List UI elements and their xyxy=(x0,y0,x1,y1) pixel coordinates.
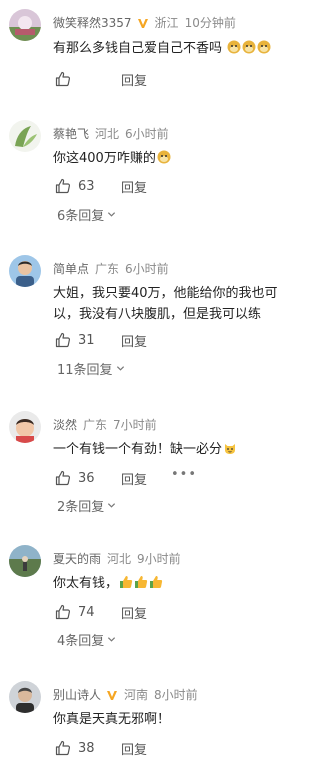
cat-emoji xyxy=(225,444,236,454)
location: 河南 xyxy=(124,688,149,702)
comment-actions: 38 回复 xyxy=(55,739,147,758)
comment-meta: 蔡艳飞 河北 6小时前 xyxy=(53,125,169,142)
comment-text: 一个有钱一个有劲！缺一必分 xyxy=(53,439,303,460)
replies-label: 11条回复 xyxy=(57,363,113,378)
location: 广东 xyxy=(95,262,120,276)
username[interactable]: 微笑释然3357 xyxy=(53,14,132,31)
reply-button[interactable]: 回复 xyxy=(121,331,147,350)
comment-meta: 微笑释然3357 浙江 10分钟前 xyxy=(53,14,236,31)
comment-text: 有那么多钱自己爱自己不香吗 xyxy=(53,38,303,59)
view-replies-link[interactable]: 4条回复 xyxy=(57,630,116,649)
reply-button[interactable]: 回复 xyxy=(121,469,147,488)
comment-actions: 31 回复 xyxy=(55,331,147,350)
comment-meta: 别山诗人 河南 8小时前 xyxy=(53,686,198,703)
thumbs-up-outline-icon[interactable] xyxy=(55,332,71,348)
thumbs-up-outline-icon[interactable] xyxy=(55,178,71,194)
chevron-down-icon xyxy=(108,503,116,508)
thumbs-up-outline-icon[interactable] xyxy=(55,740,71,756)
avatar[interactable] xyxy=(9,255,41,287)
comment-text-content: 你太有钱， xyxy=(53,576,119,591)
comment-text-content: 有那么多钱自己爱自己不香吗 xyxy=(53,41,223,56)
avatar[interactable] xyxy=(9,681,41,713)
comment-actions: 回复 xyxy=(55,70,147,89)
reply-button[interactable]: 回复 xyxy=(121,739,147,758)
comment-list: 微笑释然3357 浙江 10分钟前 有那么多钱自己爱自己不香吗 回复 蔡艳飞 河… xyxy=(0,0,311,771)
like-count: 38 xyxy=(78,740,95,756)
comment-text: 你这400万咋赚的 xyxy=(53,148,303,169)
replies-label: 2条回复 xyxy=(57,500,105,515)
location: 河北 xyxy=(95,127,120,141)
view-replies-link[interactable]: 2条回复 xyxy=(57,496,116,515)
username[interactable]: 别山诗人 xyxy=(53,686,101,703)
thumbs-up-outline-icon[interactable] xyxy=(55,604,71,620)
comment-meta: 简单点 广东 6小时前 xyxy=(53,260,169,277)
comment-actions: 36 回复 ••• xyxy=(55,467,196,488)
reply-button[interactable]: 回复 xyxy=(121,177,147,196)
timestamp: 9小时前 xyxy=(137,552,181,566)
comment-text: 你太有钱， xyxy=(53,573,303,594)
username[interactable]: 夏天的雨 xyxy=(53,550,101,567)
comment-text-content: 你这400万咋赚的 xyxy=(53,151,156,166)
view-replies-link[interactable]: 6条回复 xyxy=(57,205,116,224)
thumbs-up-emoji xyxy=(150,576,163,588)
comment-actions: 63 回复 xyxy=(55,177,147,196)
doge-emoji xyxy=(227,40,241,54)
thumbs-up-outline-icon[interactable] xyxy=(55,71,71,87)
replies-label: 4条回复 xyxy=(57,634,105,649)
comment-text: 大姐，我只要40万，他能给你的我也可以，我没有八块腹肌，但是我可以练 xyxy=(53,283,303,325)
like-count: 74 xyxy=(78,604,95,620)
comment-meta: 夏天的雨 河北 9小时前 xyxy=(53,550,181,567)
timestamp: 8小时前 xyxy=(154,688,198,702)
timestamp: 10分钟前 xyxy=(184,16,236,30)
doge-emoji xyxy=(242,40,256,54)
v-badge-icon xyxy=(107,690,118,700)
username[interactable]: 淡然 xyxy=(53,416,77,433)
comment-actions: 74 回复 xyxy=(55,603,147,622)
comment-meta: 淡然 广东 7小时前 xyxy=(53,416,157,433)
avatar[interactable] xyxy=(9,120,41,152)
comment-text-content: 大姐，我只要40万，他能给你的我也可以，我没有八块腹肌，但是我可以练 xyxy=(53,286,278,322)
timestamp: 6小时前 xyxy=(125,262,169,276)
doge-emoji xyxy=(257,40,271,54)
more-options-button[interactable]: ••• xyxy=(171,467,197,482)
chevron-down-icon xyxy=(108,637,116,642)
avatar[interactable] xyxy=(9,9,41,41)
comment-text: 你真是天真无邪啊！ xyxy=(53,709,303,730)
chevron-down-icon xyxy=(108,212,116,217)
reply-button[interactable]: 回复 xyxy=(121,70,147,89)
timestamp: 7小时前 xyxy=(113,418,157,432)
username[interactable]: 简单点 xyxy=(53,260,89,277)
view-replies-link[interactable]: 11条回复 xyxy=(57,359,125,378)
reply-button[interactable]: 回复 xyxy=(121,603,147,622)
timestamp: 6小时前 xyxy=(125,127,169,141)
replies-label: 6条回复 xyxy=(57,209,105,224)
chevron-down-icon xyxy=(116,366,124,371)
like-count: 63 xyxy=(78,178,95,194)
thumbs-up-emoji xyxy=(120,576,133,588)
avatar[interactable] xyxy=(9,545,41,577)
like-count: 36 xyxy=(78,470,95,486)
location: 河北 xyxy=(107,552,132,566)
thumbs-up-outline-icon[interactable] xyxy=(55,470,71,486)
location: 浙江 xyxy=(154,16,179,30)
location: 广东 xyxy=(83,418,108,432)
v-badge-icon xyxy=(137,18,148,28)
thumbs-up-emoji xyxy=(135,576,148,588)
doge-emoji xyxy=(157,150,171,164)
username[interactable]: 蔡艳飞 xyxy=(53,125,89,142)
like-count: 31 xyxy=(78,332,95,348)
comment-text-content: 一个有钱一个有劲！缺一必分 xyxy=(53,442,223,457)
comment-text-content: 你真是天真无邪啊！ xyxy=(53,712,171,727)
avatar[interactable] xyxy=(9,411,41,443)
